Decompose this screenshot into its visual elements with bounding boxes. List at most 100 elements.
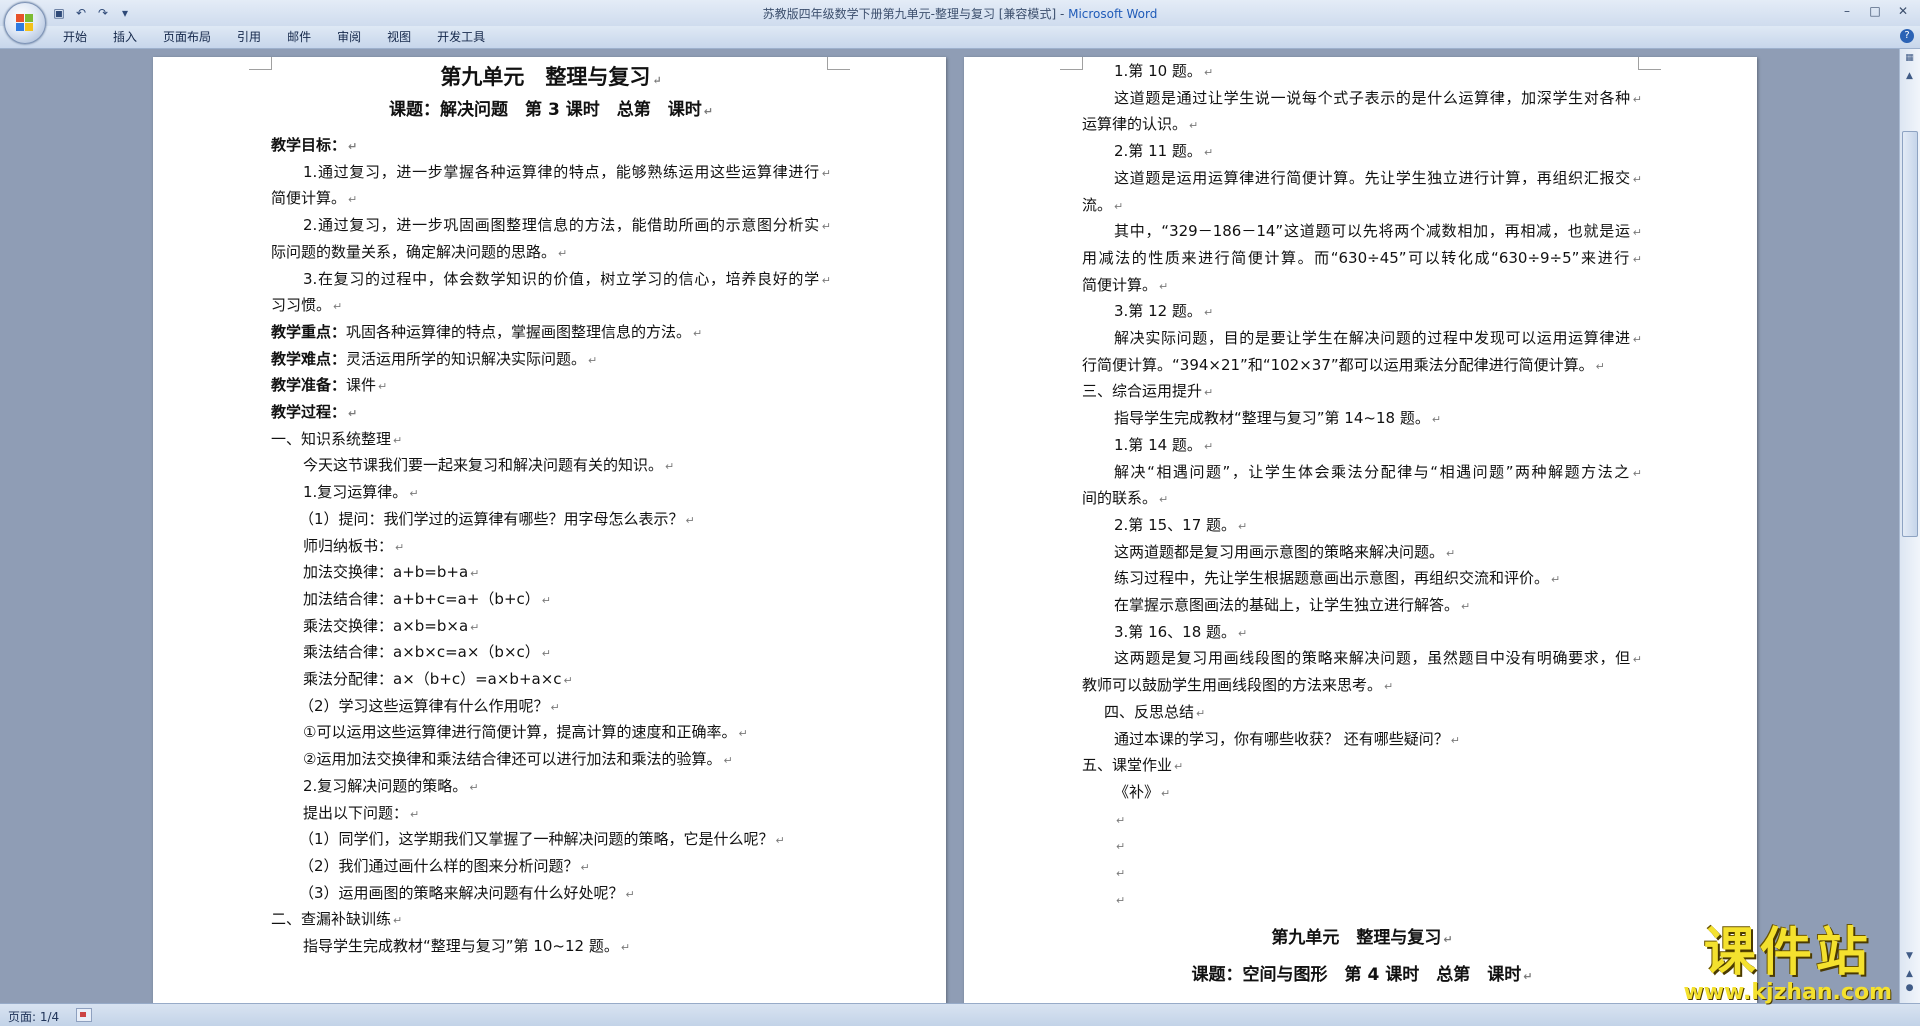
line-text: 指导学生完成教材“整理与复习”第 10~12 题。 (303, 937, 619, 955)
text-line: （2）我们通过画什么样的图来分析问题？ ↵ (271, 854, 831, 878)
text-line: 这两道题都是复习用画示意图的策略来解决问题。 ↵ (1082, 540, 1642, 564)
line-text: 加法结合律：a+b+c=a+（b+c） (303, 589, 540, 608)
text-line: （1）同学们，这学期我们又掌握了一种解决问题的策略，它是什么呢？ ↵ (271, 827, 831, 851)
text-line: 3.在复习的过程中，体会数学知识的价值，树立学习的信心，培养良好的学 ↵ (271, 267, 831, 291)
paragraph-mark-icon: ↵ (1632, 252, 1642, 266)
line-text: （2）我们通过画什么样的图来分析问题？ (299, 856, 579, 875)
paragraph-mark-icon: ↵ (1204, 386, 1214, 400)
line-text: （1）同学们，这学期我们又掌握了一种解决问题的策略，它是什么呢？ (299, 830, 774, 849)
help-icon[interactable]: ? (1900, 29, 1914, 43)
page-counter[interactable]: 页面: 1/4 (8, 1008, 59, 1025)
ruler-toggle-icon[interactable]: ▦ (1902, 51, 1917, 66)
paragraph-mark-icon: ↵ (620, 941, 631, 954)
title-bar: ▣ ↶ ↷ ▾ 苏教版四年级数学下册第九单元-整理与复习 [兼容模式] - Mi… (0, 0, 1920, 44)
paragraph-mark-icon: ↵ (1174, 760, 1184, 774)
line-text: 其中，“329－186－14”这道题可以先将两个减数相加，再相减，也就是运 (1114, 222, 1631, 241)
line-text: 际问题的数量关系，确定解决问题的思路。 (271, 242, 557, 261)
line-text: 乘法结合律：a×b×c=a×（b×c） (303, 643, 540, 662)
scroll-down-icon[interactable]: ▼ (1902, 949, 1917, 964)
paragraph-mark-icon: ↵ (1632, 653, 1642, 667)
document-area: 第九单元 整理与复习 ↵ 课题：解决问题 第 3 课时 总第 课时 ↵ 教学目标： ↵ 1.… (0, 49, 1900, 1003)
text-line: 习习惯。 ↵ (271, 293, 831, 317)
tab-3[interactable]: 引用 (224, 29, 274, 46)
tab-4[interactable]: 邮件 (274, 29, 324, 46)
line-text: 师归纳板书： (303, 536, 394, 555)
paragraph-mark-icon: ↵ (1595, 359, 1605, 373)
text-line: 《补》 ↵ (1082, 780, 1642, 804)
tab-1[interactable]: 插入 (100, 29, 150, 46)
vertical-scrollbar[interactable]: ▦ ▲ ▼ ▲ ● (1899, 49, 1920, 1003)
line-text: 三、综合运用提升 (1082, 382, 1203, 401)
paragraph-mark-icon: ↵ (588, 353, 598, 367)
paragraph-mark-icon: ↵ (1632, 226, 1642, 240)
text-line: 乘法交换律：a×b=b×a ↵ (271, 614, 831, 638)
paragraph-mark-icon: ↵ (1450, 733, 1460, 747)
text-line: 3.第 12 题。 ↵ (1082, 299, 1642, 323)
paragraph-mark-icon: ↵ (1189, 119, 1199, 133)
line-text: 通过本课的学习，你有哪些收获？ 还有哪些疑问？ (1114, 729, 1449, 748)
line-text: 灵活运用所学的知识解决实际问题。 (346, 349, 587, 368)
paragraph-mark-icon: ↵ (723, 754, 733, 768)
paragraph-mark-icon: ↵ (410, 807, 420, 821)
text-line: 一、知识系统整理 ↵ (271, 427, 831, 451)
line-text: 1.第 14 题。 (1114, 435, 1202, 454)
text-line: 简便计算。 ↵ (1082, 273, 1642, 297)
paragraph-mark-icon: ↵ (1632, 92, 1642, 106)
line-text: 用减法的性质来进行简便计算。而“630÷45”可以转化成“630÷9÷5”来进行 (1082, 248, 1631, 267)
proofing-icon[interactable] (76, 1008, 92, 1022)
office-logo-icon (16, 14, 34, 32)
paragraph-mark-icon: ↵ (703, 105, 713, 118)
close-icon[interactable]: ✕ (1890, 2, 1916, 20)
paragraph-mark-icon: ↵ (1116, 867, 1126, 880)
line-text: ①可以运用这些运算律进行简便计算，提高计算的速度和正确率。 (303, 723, 737, 742)
line-text: 五、课堂作业 (1082, 756, 1173, 775)
text-line: ①可以运用这些运算律进行简便计算，提高计算的速度和正确率。 ↵ (271, 720, 831, 744)
tab-7[interactable]: 开发工具 (424, 29, 498, 46)
paragraph-mark-icon: ↵ (821, 220, 831, 234)
line-text: 指导学生完成教材“整理与复习”第 14~18 题。 (1114, 409, 1430, 428)
paragraph-mark-icon: ↵ (665, 460, 675, 474)
paragraph-mark-icon: ↵ (1159, 493, 1169, 507)
text-line: ↵ (1082, 807, 1642, 831)
text-line: 1.复习运算律。 ↵ (271, 480, 831, 504)
line-text: 2.通过复习，进一步巩固画图整理信息的方法，能借助所画的示意图分析实 (303, 216, 820, 235)
document-page-1[interactable]: 第九单元 整理与复习 ↵ 课题：解决问题 第 3 课时 总第 课时 ↵ 教学目标： ↵ 1.… (153, 57, 946, 1003)
scroll-up-icon[interactable]: ▲ (1902, 69, 1917, 84)
tab-2[interactable]: 页面布局 (150, 29, 224, 46)
text-line: 教师可以鼓励学生用画线段图的方法来思考。 ↵ (1082, 673, 1642, 697)
paragraph-mark-icon: ↵ (625, 887, 635, 901)
text-line: 师归纳板书： ↵ (271, 534, 831, 558)
paragraph-mark-icon: ↵ (333, 300, 343, 314)
line-text: 流。 (1082, 195, 1113, 214)
crop-mark (249, 57, 272, 70)
line-text: 1.第 10 题。 (1114, 62, 1202, 80)
paragraph-mark-icon: ↵ (1116, 840, 1126, 854)
minimize-icon[interactable]: – (1834, 2, 1860, 20)
tab-6[interactable]: 视图 (374, 29, 424, 46)
text-line: 1.第 10 题。 ↵ (1082, 59, 1642, 83)
document-page-2[interactable]: 1.第 10 题。 ↵ 这道题是通过让学生说一说每个式子表示的是什么运算律，加深学生… (964, 57, 1757, 1003)
window-controls: – □ ✕ (1834, 2, 1916, 20)
text-line: 五、课堂作业 ↵ (1082, 753, 1642, 777)
line-text: 解决实际问题，目的是要让学生在解决问题的过程中发现可以运用运算律进 (1114, 329, 1631, 347)
text-line: 今天这节课我们要一起来复习和解决问题有关的知识。 ↵ (271, 453, 831, 477)
previous-page-icon[interactable]: ▲ (1902, 967, 1917, 982)
line-text: 简便计算。 (1082, 275, 1158, 294)
text-line: 指导学生完成教材“整理与复习”第 10~12 题。 ↵ (271, 934, 831, 958)
line-text: 3.第 16、18 题。 (1114, 622, 1237, 641)
maximize-icon[interactable]: □ (1862, 2, 1888, 20)
window-title: 苏教版四年级数学下册第九单元-整理与复习 [兼容模式] - Microsoft … (0, 5, 1920, 22)
paragraph-mark-icon: ↵ (685, 513, 695, 527)
browse-object-icon[interactable]: ● (1902, 981, 1917, 996)
office-button[interactable] (4, 2, 46, 44)
text-line: 指导学生完成教材“整理与复习”第 14~18 题。 ↵ (1082, 406, 1642, 430)
text-line: 其中，“329－186－14”这道题可以先将两个减数相加，再相减，也就是运 ↵ (1082, 219, 1642, 243)
paragraph-mark-icon: ↵ (652, 74, 662, 87)
paragraph-mark-icon: ↵ (580, 860, 590, 874)
tab-5[interactable]: 审阅 (324, 29, 374, 46)
scroll-thumb[interactable] (1902, 131, 1918, 537)
paragraph-mark-icon: ↵ (1632, 333, 1642, 346)
tab-0[interactable]: 开始 (50, 29, 100, 46)
line-text: 1.通过复习，进一步掌握各种运算律的特点，能够熟练运用这些运算律进行 (303, 162, 820, 181)
text-line: 这道题是运用运算律进行简便计算。先让学生独立进行计算，再组织汇报交 ↵ (1082, 166, 1642, 190)
